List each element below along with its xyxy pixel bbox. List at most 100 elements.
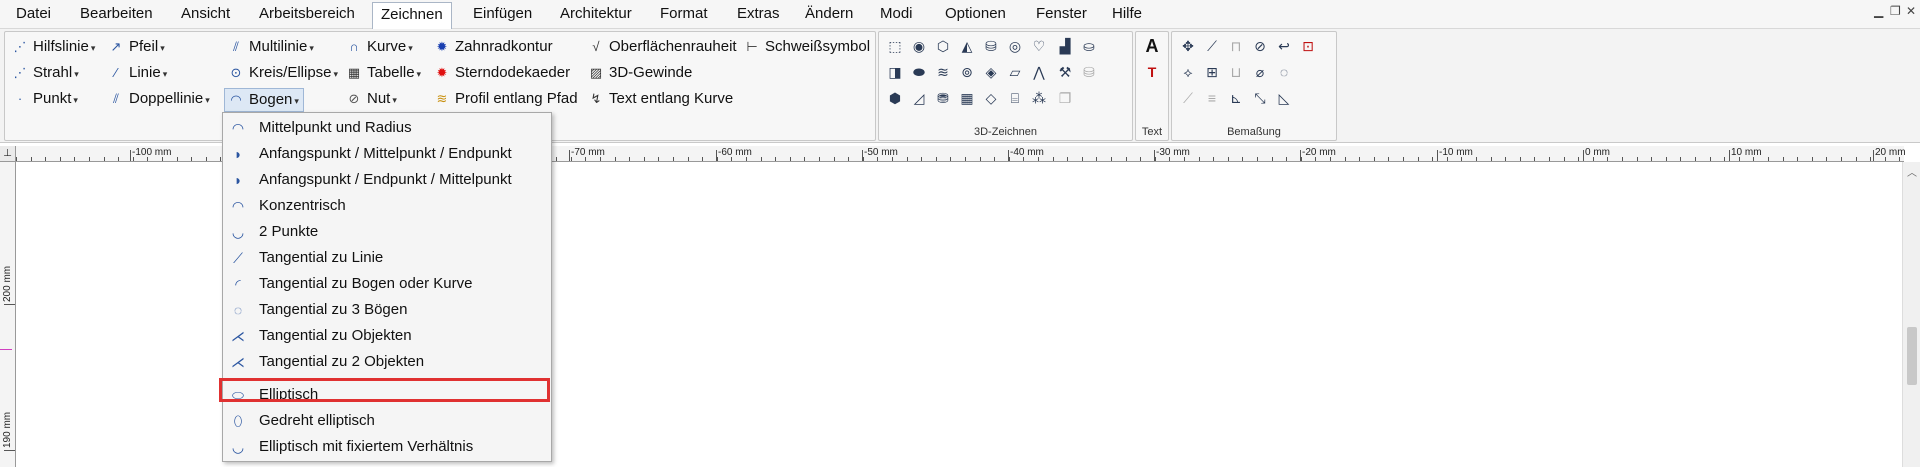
dim-edit-icon[interactable]: ⤡ (1250, 88, 1270, 108)
text-entlang-kurve-button[interactable]: ↯ Text entlang Kurve (587, 88, 734, 110)
menu-item-tangential-objekten[interactable]: ⋌ Tangential zu Objekten (223, 324, 551, 348)
menu-datei[interactable]: Datei (8, 2, 59, 26)
3d-rotate-icon[interactable]: ◈ (981, 62, 1001, 82)
menu-arbeitsbereich[interactable]: Arbeitsbereich (251, 2, 363, 26)
hilfslinie-button[interactable]: ⋰ Hilfslinie ▾ (11, 36, 96, 58)
dim-ordinate-icon[interactable]: ⊞ (1202, 62, 1222, 82)
3d-ring-icon[interactable]: ⊚ (957, 62, 977, 82)
scroll-up-icon[interactable]: ︿ (1907, 164, 1917, 179)
3d-box-icon[interactable]: ⬚ (885, 36, 905, 56)
ruler-corner[interactable]: ⊥ (0, 146, 16, 162)
scrollbar-thumb[interactable] (1907, 327, 1917, 385)
schweisssymbol-button[interactable]: ⊢ Schweißsymbol (743, 36, 870, 58)
ruler-minor-tick (60, 157, 61, 161)
3d-extrude-icon[interactable]: ⛀ (1079, 36, 1099, 56)
menu-item-anfang-ende-mitte[interactable]: ◗ Anfangspunkt / Endpunkt / Mittelpunkt (223, 168, 551, 192)
text-icon[interactable]: A (1142, 36, 1162, 56)
nut-button[interactable]: ⊘ Nut ▾ (345, 88, 397, 110)
menu-zeichnen[interactable]: Zeichnen (372, 2, 452, 30)
3d-cylinder-icon[interactable]: ⛁ (981, 36, 1001, 56)
dim-angle-icon[interactable]: ⟡ (1178, 62, 1198, 82)
menu-item-tangential-2-objekten[interactable]: ⋌ Tangential zu 2 Objekten (223, 350, 551, 374)
multilinie-button[interactable]: ⫽ Multilinie ▾ (227, 36, 314, 58)
3d-copy-disabled-icon: ❐ (1058, 90, 1072, 106)
3d-bolt-icon[interactable]: ⚒ (1055, 62, 1075, 82)
3d-shell-icon[interactable]: ♡ (1029, 36, 1049, 56)
ruler-minor-tick (1710, 157, 1711, 161)
3d-ellipsoid-icon[interactable]: ⬬ (909, 62, 929, 82)
3d-slab-icon[interactable]: ▱ (1005, 62, 1025, 82)
bogen-button[interactable]: ◠ Bogen ▾ (224, 88, 304, 112)
3d-mesh-icon[interactable]: ⋀ (1029, 62, 1049, 82)
3d-torus-icon[interactable]: ◎ (1005, 36, 1025, 56)
menu-modi[interactable]: Modi (872, 2, 921, 26)
close-icon[interactable]: ✕ (1906, 4, 1916, 18)
pfeil-button[interactable]: ↗ Pfeil ▾ (107, 36, 165, 58)
menu-item-elliptisch-fixiert[interactable]: ◡ Elliptisch mit fixiertem Verhältnis (223, 435, 551, 459)
menu-item-elliptisch[interactable]: ⬭ Elliptisch (223, 383, 551, 407)
ruler-minor-tick (104, 157, 105, 161)
menu-item-mittelpunkt-radius[interactable]: ◠ Mittelpunkt und Radius (223, 116, 551, 140)
doppellinie-button[interactable]: ⫽ Doppellinie ▾ (107, 88, 210, 110)
oberflaechenrauheit-button[interactable]: √ Oberflächenrauheit (587, 36, 736, 58)
menu-hilfe[interactable]: Hilfe (1104, 2, 1150, 26)
dim-leader-icon[interactable]: ↩ (1274, 36, 1294, 56)
menu-optionen[interactable]: Optionen (937, 2, 1014, 26)
menu-ansicht[interactable]: Ansicht (173, 2, 238, 26)
dim-move-icon[interactable]: ✥ (1178, 36, 1198, 56)
kurve-button[interactable]: ∩ Kurve ▾ (345, 36, 412, 58)
menu-item-tangential-3-boegen[interactable]: ◌ Tangential zu 3 Bögen (223, 298, 551, 322)
menu-bearbeiten[interactable]: Bearbeiten (72, 2, 161, 26)
text-format-icon[interactable]: T (1142, 62, 1162, 82)
menu-item-anfang-mitte-ende[interactable]: ◗ Anfangspunkt / Mittelpunkt / Endpunkt (223, 142, 551, 166)
menu-fenster[interactable]: Fenster (1028, 2, 1095, 26)
menu-aendern[interactable]: Ändern (797, 2, 861, 26)
dim-slope-icon[interactable]: ◺ (1274, 88, 1294, 108)
menu-einfuegen[interactable]: Einfügen (465, 2, 540, 26)
vertical-scrollbar[interactable]: ︿ (1902, 162, 1920, 467)
dim-radius-icon[interactable]: ⊘ (1250, 36, 1270, 56)
minimize-icon[interactable]: ▁ (1874, 4, 1883, 18)
3d-prism-icon[interactable]: ◨ (885, 62, 905, 82)
dim-tolerance-icon[interactable]: ⊡ (1298, 36, 1318, 56)
menu-item-tangential-linie[interactable]: ⟋ Tangential zu Linie (223, 246, 551, 270)
linie-button[interactable]: ∕ Linie ▾ (107, 62, 167, 84)
curve-icon: ∩ (349, 39, 359, 54)
restore-icon[interactable]: ❐ (1890, 4, 1901, 18)
3d-frame-icon[interactable]: ⌸ (1005, 88, 1025, 108)
menu-item-tangential-bogen-kurve[interactable]: ◜ Tangential zu Bogen oder Kurve (223, 272, 551, 296)
sterndodekaeder-button[interactable]: ✹ Sterndodekaeder (433, 62, 571, 84)
dim-aligned-icon[interactable]: ⟋ (1202, 36, 1222, 56)
arc-rotated-elliptic-icon: ⬯ (233, 413, 243, 429)
gewinde-3d-button[interactable]: ▨ 3D-Gewinde (587, 62, 693, 84)
3d-spring-icon[interactable]: ≋ (933, 62, 953, 82)
3d-grid-icon[interactable]: ▦ (957, 88, 977, 108)
punkt-button[interactable]: · Punkt ▾ (11, 88, 78, 110)
3d-wedge-icon[interactable]: ◭ (957, 36, 977, 56)
3d-drum-icon[interactable]: ⛃ (933, 88, 953, 108)
ray-icon: ⋰ (13, 65, 27, 80)
kreis-ellipse-button[interactable]: ⊙ Kreis/Ellipse ▾ (227, 62, 339, 84)
menu-architektur[interactable]: Architektur (552, 2, 640, 26)
3d-pyramid-icon[interactable]: ◿ (909, 88, 929, 108)
menu-item-konzentrisch[interactable]: ◠ Konzentrisch (223, 194, 551, 218)
menu-extras[interactable]: Extras (729, 2, 788, 26)
3d-block-icon[interactable]: ⬢ (885, 88, 905, 108)
ruler-minor-tick (965, 157, 966, 161)
chevron-down-icon: ▾ (160, 43, 165, 53)
strahl-button[interactable]: ⋰ Strahl ▾ (11, 62, 79, 84)
dim-coordinate-icon[interactable]: ⊾ (1226, 88, 1246, 108)
menu-item-2-punkte[interactable]: ◡ 2 Punkte (223, 220, 551, 244)
3d-cube-icon[interactable]: ⬡ (933, 36, 953, 56)
dim-arc-length-icon[interactable]: ◌ (1274, 62, 1294, 82)
zahnradkontur-button[interactable]: ✹ Zahnradkontur (433, 36, 553, 58)
3d-sphere-icon[interactable]: ◉ (909, 36, 929, 56)
menu-item-gedreht-elliptisch[interactable]: ⬯ Gedreht elliptisch (223, 409, 551, 433)
3d-array-icon[interactable]: ⁂ (1029, 88, 1049, 108)
tabelle-button[interactable]: ▦ Tabelle ▾ (345, 62, 421, 84)
3d-diamond-icon[interactable]: ◇ (981, 88, 1001, 108)
3d-stair-icon[interactable]: ▟ (1055, 36, 1075, 56)
profil-entlang-pfad-button[interactable]: ≋ Profil entlang Pfad (433, 88, 578, 110)
menu-format[interactable]: Format (652, 2, 716, 26)
dim-diameter-icon[interactable]: ⌀ (1250, 62, 1270, 82)
